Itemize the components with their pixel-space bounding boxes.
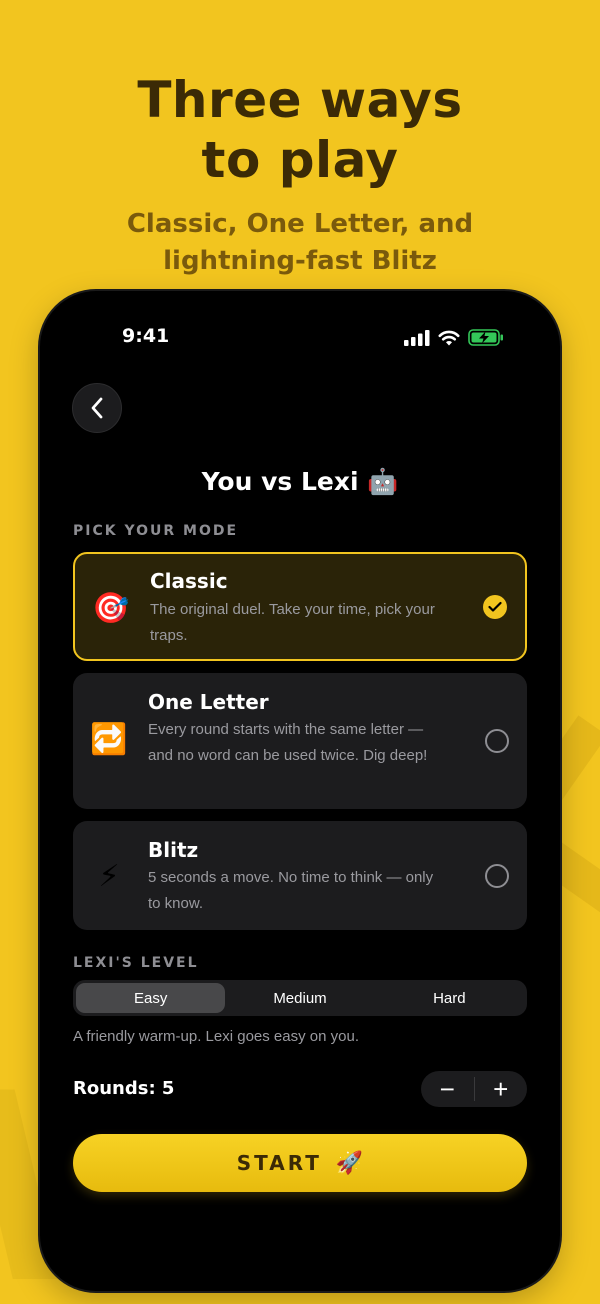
mode-radio[interactable] [485, 864, 509, 888]
status-icons [404, 329, 504, 346]
increment-button[interactable]: + [475, 1071, 528, 1107]
mode-section-label: PICK YOUR MODE [73, 523, 239, 539]
mode-card-blitz[interactable]: ⚡ Blitz 5 seconds a move. No time to thi… [73, 821, 527, 930]
subhead-line-2: lightning-fast Blitz [163, 246, 437, 276]
level-option-easy[interactable]: Easy [76, 983, 226, 1013]
battery-charging-icon [468, 329, 503, 346]
subhead-line-1: Classic, One Letter, and [126, 209, 474, 239]
back-button[interactable] [72, 383, 122, 433]
headline-line-2: to play [201, 131, 399, 189]
lightning-icon: ⚡ [98, 859, 120, 893]
level-option-hard[interactable]: Hard [375, 983, 524, 1013]
mode-description: 5 seconds a move. No time to think — onl… [148, 869, 434, 912]
mode-title: One Letter [148, 690, 269, 714]
mode-radio-selected[interactable] [483, 595, 507, 619]
wifi-icon [438, 330, 460, 345]
signal-icon [404, 329, 430, 346]
level-section-label: LEXI'S LEVEL [73, 955, 199, 971]
chevron-left-icon [91, 397, 103, 419]
mode-card-classic[interactable]: 🎯 Classic The original duel. Take your t… [73, 552, 527, 661]
screen-title: You vs Lexi 🤖 [201, 467, 399, 496]
level-option-medium[interactable]: Medium [225, 983, 374, 1013]
promo-headline: Three ways to play [0, 70, 600, 190]
mode-card-one-letter[interactable]: 🔁 One Letter Every round starts with the… [73, 673, 527, 809]
rounds-stepper: − + [421, 1071, 527, 1107]
level-description: A friendly warm-up. Lexi goes easy on yo… [73, 1028, 359, 1045]
target-icon: 🎯 [92, 591, 130, 625]
headline-line-1: Three ways [137, 71, 463, 129]
mode-title: Classic [150, 569, 228, 593]
checkmark-icon [488, 601, 502, 612]
start-label: START [236, 1151, 322, 1175]
start-button[interactable]: START 🚀 [73, 1134, 527, 1192]
repeat-icon: 🔁 [90, 722, 128, 756]
level-segmented-control: Easy Medium Hard [73, 980, 527, 1016]
rounds-label: Rounds: 5 [73, 1078, 175, 1099]
promo-subhead: Classic, One Letter, and lightning-fast … [0, 206, 600, 280]
phone-frame: 9:41 You vs Lexi 🤖 PICK YOUR MODE 🎯 Clas… [40, 291, 560, 1291]
decrement-button[interactable]: − [421, 1071, 474, 1107]
mode-description: The original duel. Take your time, pick … [150, 601, 435, 644]
mode-radio[interactable] [485, 729, 509, 753]
rocket-icon: 🚀 [335, 1150, 364, 1175]
mode-description: Every round starts with the same letter … [148, 721, 428, 764]
promo-page: ✕ W Three ways to play Classic, One Lett… [0, 0, 600, 1304]
mode-title: Blitz [148, 838, 199, 862]
status-time: 9:41 [122, 325, 170, 347]
